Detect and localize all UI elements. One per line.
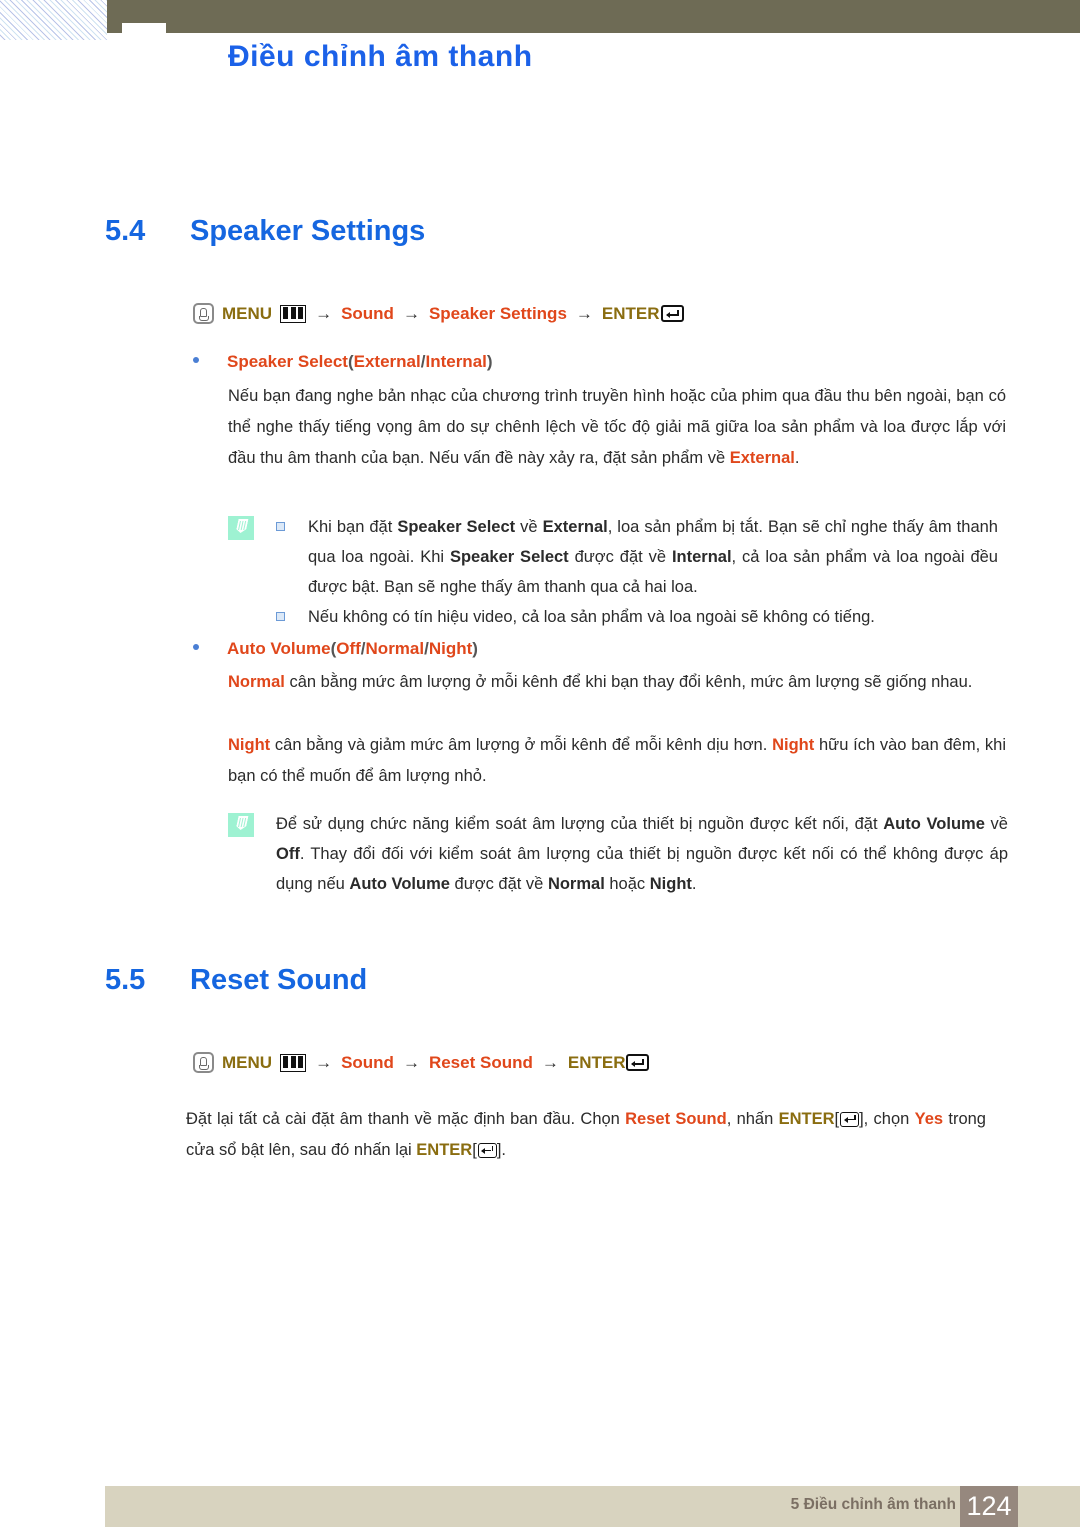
note-block-speaker-select: Khi bạn đặt Speaker Select về External, … (228, 512, 1008, 632)
bullet-dot-icon (193, 644, 199, 650)
menu-step-sound: Sound (341, 1052, 394, 1072)
keyword-night-3: Night (649, 875, 692, 893)
note-pencil-icon (228, 813, 254, 837)
menu-step-sound: Sound (341, 303, 394, 323)
para-period: . (794, 449, 800, 467)
note-text-1: Khi bạn đặt (308, 518, 398, 536)
keyword-night-2: Night (772, 736, 815, 754)
option-name: Speaker Select (227, 352, 348, 371)
path-arrow-1: → (315, 1052, 333, 1072)
note-text-no-video: Nếu không có tín hiệu video, cả loa sản … (308, 608, 875, 626)
square-bullet-icon (276, 612, 285, 621)
para-text: Nếu bạn đang nghe bản nhạc của chương tr… (228, 387, 1006, 467)
enter-key-icon (840, 1112, 860, 1128)
bullet-auto-volume: Auto Volume ( Off / Normal / Night ) (193, 639, 478, 659)
keyword-speaker-select-2: Speaker Select (449, 548, 569, 566)
para-text-1: Đặt lại tất cả cài đặt âm thanh về mặc đ… (186, 1110, 626, 1128)
keyword-night-1: Night (228, 736, 271, 754)
note-list-item: Khi bạn đặt Speaker Select về External, … (276, 512, 998, 602)
bullet-speaker-select: Speaker Select ( External / Internal ) (193, 352, 493, 372)
note-text-4: được đặt về (568, 548, 672, 566)
page-title: Điều chỉnh âm thanh (228, 40, 533, 73)
path-arrow-1: → (315, 303, 333, 323)
note-text-auto-volume: Để sử dụng chức năng kiểm soát âm lượng … (276, 809, 1008, 899)
note-text-2: về (984, 815, 1008, 833)
decorative-hatch-pattern (0, 0, 107, 40)
close-paren: ) (472, 639, 478, 658)
keyword-normal-2: Normal (547, 875, 605, 893)
menu-path-reset-sound: MENU → Sound → Reset Sound → ENTER (193, 1052, 650, 1073)
keyword-external-2: External (542, 518, 608, 536)
keyword-speaker-select-1: Speaker Select (397, 518, 516, 536)
header-olive-bar (107, 0, 1080, 33)
paragraph-reset-sound: Đặt lại tất cả cài đặt âm thanh về mặc đ… (186, 1104, 986, 1166)
keyword-enter-2: ENTER (416, 1141, 473, 1159)
paragraph-night: Night cân bằng và giảm mức âm lượng ở mỗ… (228, 730, 1006, 792)
note-pencil-icon (228, 516, 254, 540)
keyword-enter-1: ENTER (778, 1110, 835, 1128)
enter-key-icon (477, 1143, 497, 1159)
keyword-reset-sound: Reset Sound (625, 1110, 727, 1128)
keyword-external: External (729, 449, 795, 467)
footer-page-number: 124 (960, 1486, 1018, 1527)
keyword-auto-volume-1: Auto Volume (883, 815, 985, 833)
section-number: 5.4 (105, 215, 146, 247)
bracket-open-1: [ (834, 1110, 840, 1128)
option-value-night: Night (428, 639, 473, 658)
note-text-1: Để sử dụng chức năng kiểm soát âm lượng … (276, 815, 884, 833)
option-value-internal: Internal (425, 352, 487, 371)
section-heading-5-4: 5.4 Speaker Settings (105, 215, 425, 248)
para-text-2: , nhấn (726, 1110, 779, 1128)
note-text-4: được đặt về (449, 875, 548, 893)
bracket-close-1: ], chọn (859, 1110, 915, 1128)
header-bar-notch (122, 23, 166, 34)
keyword-internal: Internal (671, 548, 732, 566)
para-text-1: cân bằng và giảm mức âm lượng ở mỗi kênh… (270, 736, 773, 754)
menu-label: MENU (222, 303, 273, 323)
enter-key-icon (626, 1054, 650, 1071)
menu-grid-icon (280, 1053, 307, 1072)
option-name: Auto Volume (227, 639, 331, 658)
section-title: Reset Sound (190, 964, 368, 996)
menu-step-speaker-settings: Speaker Settings (428, 303, 567, 323)
keyword-yes: Yes (914, 1110, 944, 1128)
note-text-5: hoặc (604, 875, 650, 893)
section-title: Speaker Settings (190, 215, 426, 247)
keyword-auto-volume-2: Auto Volume (349, 875, 450, 893)
note-list-item: Nếu không có tín hiệu video, cả loa sản … (276, 602, 998, 632)
square-bullet-icon (276, 522, 285, 531)
keyword-off: Off (276, 845, 300, 863)
menu-label: MENU (222, 1052, 273, 1072)
paragraph-speaker-select: Nếu bạn đang nghe bản nhạc của chương tr… (228, 381, 1006, 474)
paragraph-normal: Normal cân bằng mức âm lượng ở mỗi kênh … (228, 667, 1006, 698)
path-arrow-3: → (575, 303, 593, 323)
path-arrow-2: → (402, 1052, 420, 1072)
bullet-dot-icon (193, 357, 199, 363)
menu-grid-icon (280, 304, 307, 323)
para-text: cân bằng mức âm lượng ở mỗi kênh để khi … (284, 673, 973, 691)
hand-press-icon (193, 303, 214, 324)
menu-path-speaker-settings: MENU → Sound → Speaker Settings → ENTER (193, 303, 684, 324)
note-text-2: về (515, 518, 543, 536)
enter-key-icon (660, 305, 684, 322)
note-block-auto-volume: Để sử dụng chức năng kiểm soát âm lượng … (228, 809, 1008, 899)
keyword-normal: Normal (228, 673, 285, 691)
section-number: 5.5 (105, 964, 146, 996)
footer-chapter-label: 5 Điều chỉnh âm thanh (790, 1496, 956, 1513)
note-text-6: . (691, 875, 697, 893)
enter-label: ENTER (601, 303, 660, 323)
hand-press-icon (193, 1052, 214, 1073)
close-paren: ) (486, 352, 493, 371)
option-value-external: External (353, 352, 421, 371)
option-value-off: Off (336, 639, 361, 658)
bracket-close-2: ]. (496, 1141, 506, 1159)
menu-step-reset-sound: Reset Sound (428, 1052, 533, 1072)
bracket-open-2: [ (472, 1141, 477, 1159)
section-heading-5-5: 5.5 Reset Sound (105, 964, 367, 997)
path-arrow-2: → (402, 303, 420, 323)
enter-label: ENTER (567, 1052, 626, 1072)
path-arrow-3: → (541, 1052, 559, 1072)
option-value-normal: Normal (365, 639, 425, 658)
